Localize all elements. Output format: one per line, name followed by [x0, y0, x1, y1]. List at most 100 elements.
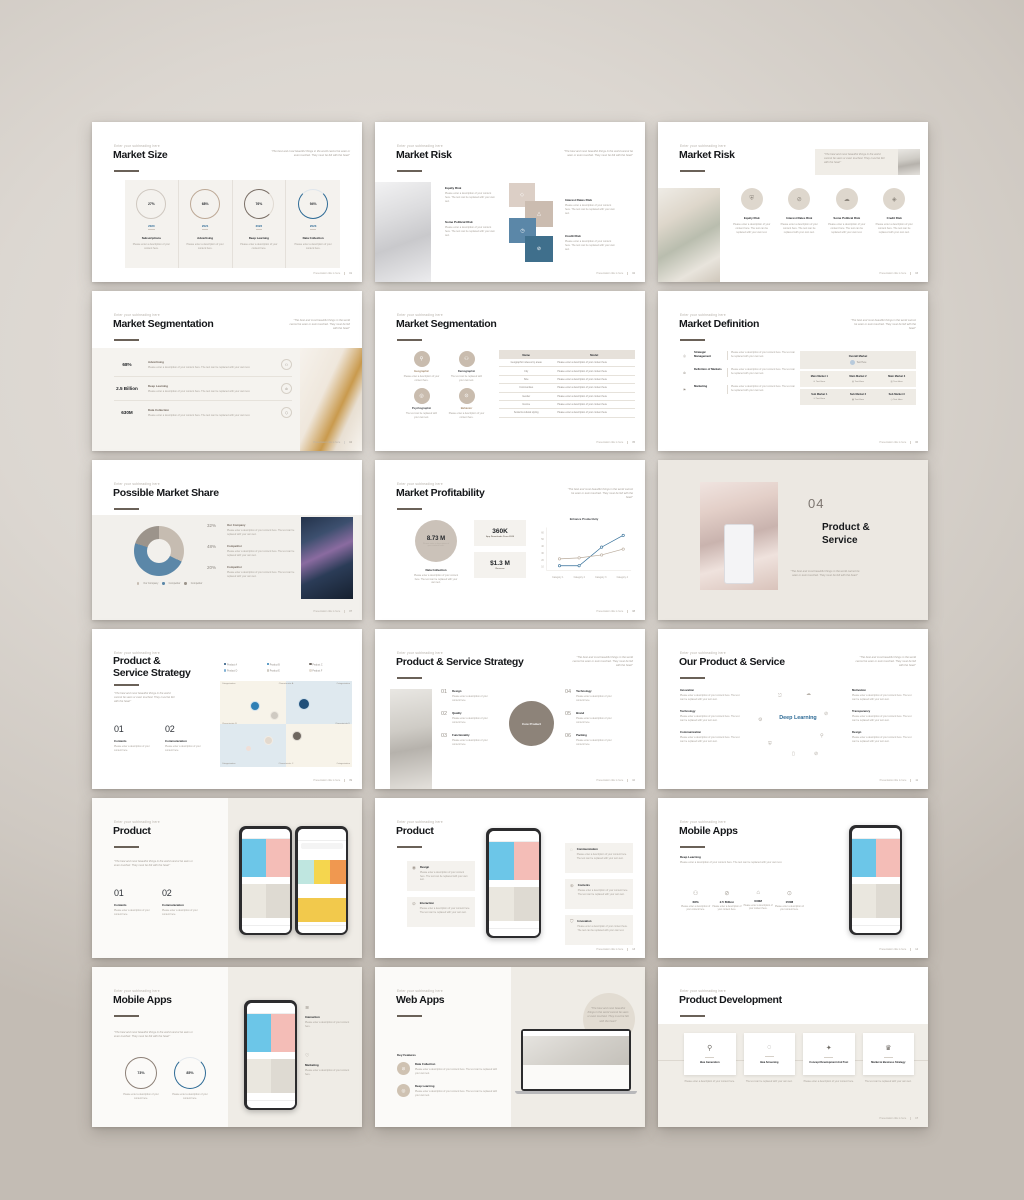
slide-eyebrow: Enter your subheading here	[397, 144, 443, 148]
table-row: City Please enter a description of your …	[499, 367, 635, 376]
slide-our-product-service[interactable]: Enter your subheading here Our Product &…	[658, 629, 928, 789]
slide-quote: "The best and most beautiful things in t…	[790, 570, 860, 578]
metric-label: Subscriptions	[141, 236, 162, 240]
strategy-matrix: Categorization Characteristic A Categori…	[220, 681, 352, 767]
segmentation-row: 2.5 Billion Deep Learning Please enter a…	[114, 377, 292, 401]
slide-product-service-strategy-core[interactable]: Enter your subheading here Product & Ser…	[375, 629, 645, 789]
slide-quote: "The best and most beautiful things in t…	[572, 656, 633, 668]
share-value: 48%	[207, 544, 217, 550]
slide-product-feature-cards[interactable]: Enter your subheading here Product ◉ Des…	[375, 798, 645, 958]
title-rule	[114, 339, 139, 341]
phone-icon: ▯	[792, 751, 795, 757]
slide-mobile-apps-rings[interactable]: Enter your subheading here Mobile Apps "…	[92, 967, 362, 1127]
donut-2022: 76%	[243, 189, 274, 219]
phone-mockup-right	[295, 826, 348, 935]
metric-desc: Please enter a description of your conte…	[186, 243, 224, 250]
segmentation-row: 68% Advertising Please enter a descripti…	[114, 353, 292, 377]
risk-item: ⊘ Interest Rates Risk Please enter a des…	[776, 188, 824, 234]
chat-icon: ◌	[767, 1044, 772, 1052]
app-feature: ♡ Marketing Please enter a description o…	[305, 1053, 355, 1076]
slide-eyebrow: Enter your subheading here	[680, 651, 726, 655]
year-label: 2021	[201, 224, 209, 230]
slide-market-segmentation-table[interactable]: Enter your subheading here Market Segmen…	[375, 291, 645, 451]
risk-tile-4: ⊘	[525, 236, 553, 262]
strategy-step: 02 Quality Please enter a description of…	[441, 711, 488, 724]
icon-cloud: ⎋ ☁ ⊘ ⚙ ⚲ ⛨ ▯ ⊘ Deep Learning	[758, 689, 830, 765]
slide-quote: "The best and most beautiful things in t…	[567, 488, 633, 500]
feature-card: ◉ Design Please enter a description of y…	[407, 861, 475, 891]
risk-item: Interest Rates Risk Please enter a descr…	[565, 198, 615, 215]
cloud-icon: ☁	[806, 691, 811, 697]
year-label: 2020	[148, 224, 155, 230]
market-size-card: 27% 2020 Subscriptions Please enter a de…	[125, 180, 179, 268]
slide-possible-market-share[interactable]: Enter your subheading here Possible Mark…	[92, 460, 362, 620]
segment-item: ◎ Psychographic The text can be replaced…	[399, 388, 444, 419]
strategy-step: 06 Packing Please enter a description of…	[565, 733, 612, 747]
page-title: Market Size	[113, 149, 168, 161]
bulb-icon: ⚲	[820, 733, 824, 739]
definition-row: ⊛ Definition of Markets Please enter a d…	[680, 367, 795, 377]
compass-icon: ⊘	[814, 751, 819, 757]
slide-market-profitability[interactable]: Enter your subheading here Market Profit…	[375, 460, 645, 620]
table-row: Communities Please enter a description o…	[499, 384, 635, 393]
title-rule	[114, 846, 139, 848]
page-title: Product	[113, 825, 151, 837]
strategy-step: 01 Design Please enter a description of …	[441, 689, 488, 702]
title-rule	[680, 1015, 705, 1017]
cloud-icon: ☁	[835, 188, 858, 210]
year-label: 2023	[309, 224, 317, 230]
slide-mobile-apps-stats[interactable]: Enter your subheading here Mobile Apps D…	[658, 798, 928, 958]
slide-market-size[interactable]: Enter your subheading here Market Size "…	[92, 122, 362, 282]
table-row: Gender Please enter a description of you…	[499, 393, 635, 401]
feature-card: ⊘ Interaction Please enter a description…	[407, 897, 475, 927]
slide-market-segmentation-list[interactable]: Enter your subheading here Market Segmen…	[92, 291, 362, 451]
page-title: Product	[396, 825, 434, 837]
slide-eyebrow: Enter your subheading here	[397, 482, 443, 486]
check-icon: ⊘	[824, 711, 829, 717]
desk-photo	[658, 188, 720, 282]
slide-footer: Presentation title is here 01	[313, 272, 352, 275]
feature-item: Communication Please enter a description…	[680, 730, 740, 744]
slide-footer: Presentation title is here 08	[596, 610, 635, 613]
page-title: Product & Service Strategy	[113, 655, 191, 680]
feature-row: ⊘ Data Collection Please enter a descrip…	[397, 1062, 499, 1075]
donut-73: 73%	[125, 1057, 157, 1089]
slide-market-definition[interactable]: Enter your subheading here Market Defini…	[658, 291, 928, 451]
title-rule	[680, 677, 705, 679]
strategy-item: 01 Contents Please enter a description o…	[114, 724, 150, 752]
share-value: 20%	[207, 565, 217, 571]
slide-footer: Presentation title is here 02	[596, 272, 635, 275]
slide-product-development[interactable]: Enter your subheading here Product Devel…	[658, 967, 928, 1127]
title-rule	[680, 846, 705, 848]
market-dot-icon	[849, 360, 855, 365]
flag-icon: ⚑	[682, 387, 687, 392]
design-icon: ◉	[412, 865, 416, 870]
bulb-icon: ⚲	[707, 1044, 713, 1052]
market-size-card: 76% 2022 Deep Learning Please enter a de…	[233, 180, 287, 268]
slide-market-risk-circles[interactable]: Enter your subheading here Market Risk "…	[658, 122, 928, 282]
segment-item: ⚲ Geographic Please enter a description …	[399, 351, 444, 382]
definition-row: ◎ Strategic Management Please enter a de…	[680, 350, 795, 360]
sub-market-row: Sub Market 1 ⚿ Text Here Sub Market 2 ▦ Te…	[800, 389, 916, 405]
svg-text:30: 30	[541, 553, 544, 555]
slide-web-apps[interactable]: Enter your subheading here Web Apps Key …	[375, 967, 645, 1127]
section-number: 04	[808, 496, 825, 511]
development-step: ♛ Market & Business Strategy The text ca…	[862, 1033, 914, 1084]
slide-footer: Presentation title is here 11	[879, 779, 918, 782]
page-title: Market Definition	[679, 318, 760, 330]
subhead: Key Features	[397, 1053, 416, 1057]
slide-section-product-service[interactable]: 04 Product & Service "The best and most …	[658, 460, 928, 620]
segment-value: 68%	[122, 362, 132, 367]
page-title: Mobile Apps	[679, 825, 738, 837]
people-icon: ⚇	[692, 891, 699, 897]
stat-item: ⊙ 150M Please enter a description of you…	[774, 891, 804, 912]
slide-product-two-phones[interactable]: Enter your subheading here Product "The …	[92, 798, 362, 958]
check-icon: ⊘	[281, 383, 292, 394]
page-title: Our Product & Service	[679, 656, 785, 668]
slide-market-risk-tiles[interactable]: Enter your subheading here Market Risk "…	[375, 122, 645, 282]
slide-eyebrow: Enter your subheading here	[114, 313, 160, 317]
slide-product-service-strategy-matrix[interactable]: Enter your subheading here Product & Ser…	[92, 629, 362, 789]
x-tick: Category 4	[616, 577, 628, 579]
table-row: Geographic indexes by areas Please enter…	[499, 359, 635, 368]
share-row: 32% Our Company Please enter a descripti…	[207, 523, 295, 536]
